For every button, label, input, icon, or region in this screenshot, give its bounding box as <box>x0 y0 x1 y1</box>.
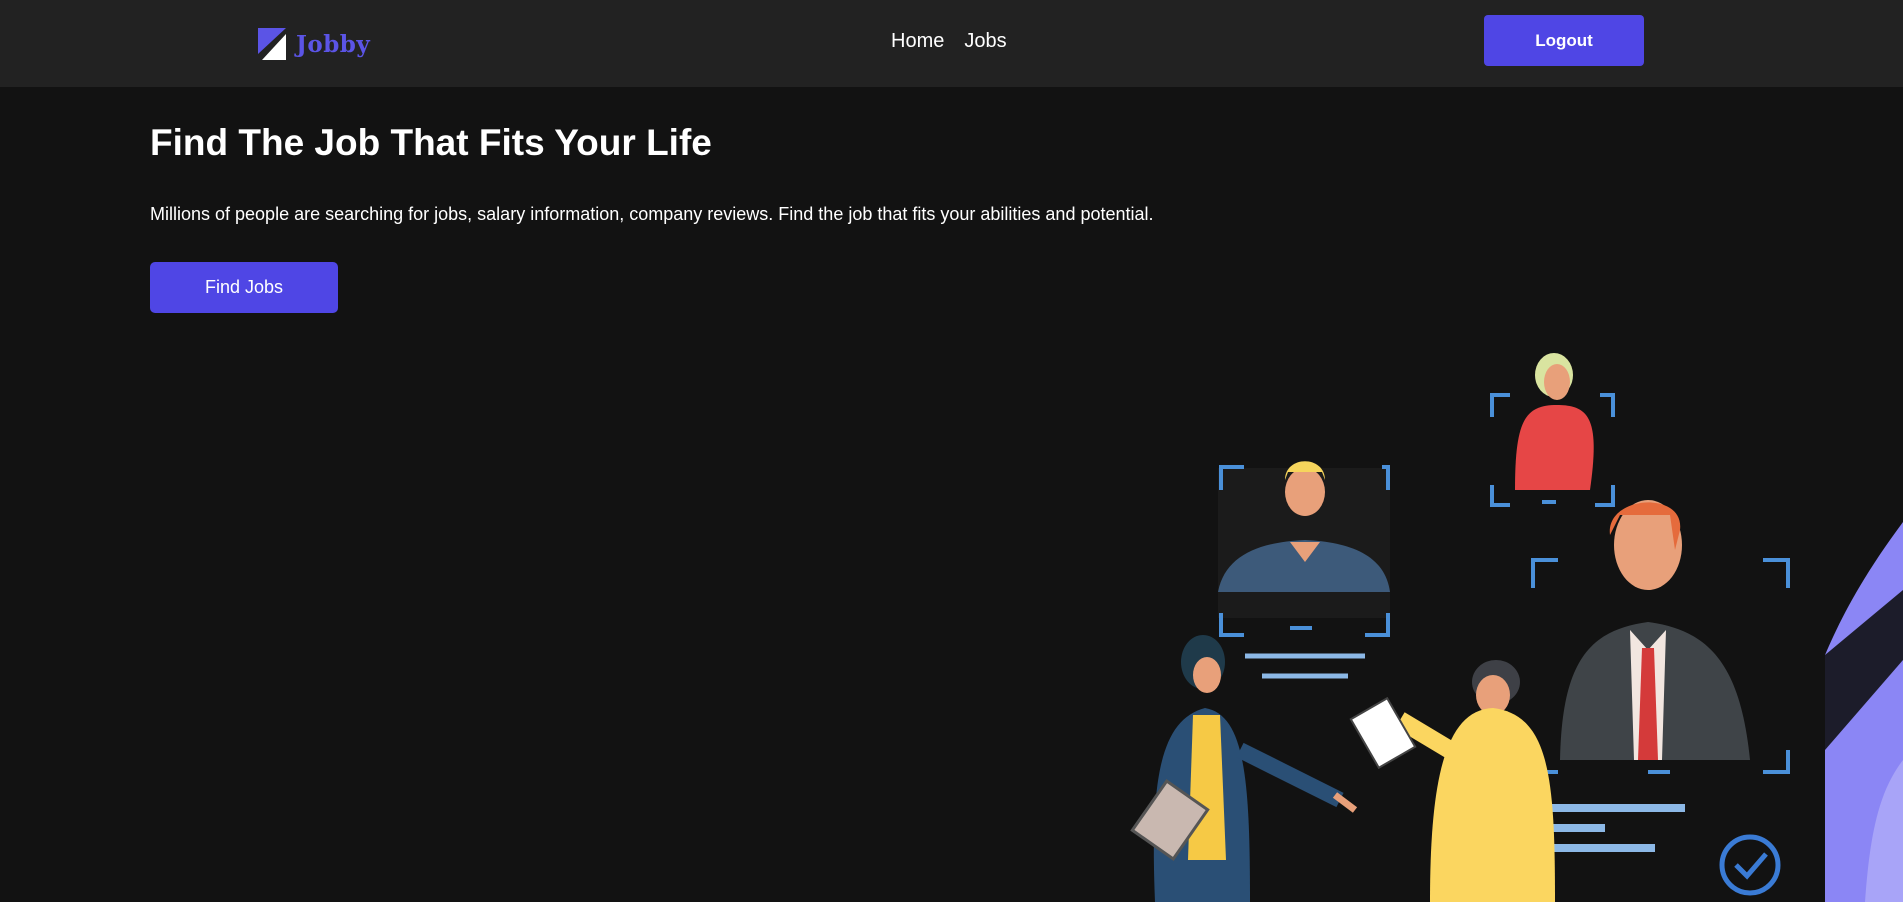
nav-links: Home Jobs <box>891 30 1007 53</box>
candidate-card-3 <box>1531 500 1790 896</box>
candidate-card-2 <box>1490 353 1615 507</box>
nav-link-home[interactable]: Home <box>891 30 944 53</box>
hero-title: Find The Job That Fits Your Life <box>150 122 712 163</box>
jobby-logo-icon <box>258 28 286 60</box>
candidate-card-1 <box>1218 461 1390 679</box>
navbar: Jobby Home Jobs Logout <box>0 0 1903 87</box>
hero-description: Millions of people are searching for job… <box>150 204 1154 224</box>
nav-link-jobs[interactable]: Jobs <box>964 30 1006 53</box>
recruitment-illustration <box>1130 353 1903 902</box>
find-jobs-button[interactable]: Find Jobs <box>150 262 338 313</box>
brand-logo[interactable]: Jobby <box>258 28 370 60</box>
brand-name: Jobby <box>296 30 371 58</box>
person-man-clipboard <box>1349 660 1555 902</box>
logout-button[interactable]: Logout <box>1484 15 1644 66</box>
